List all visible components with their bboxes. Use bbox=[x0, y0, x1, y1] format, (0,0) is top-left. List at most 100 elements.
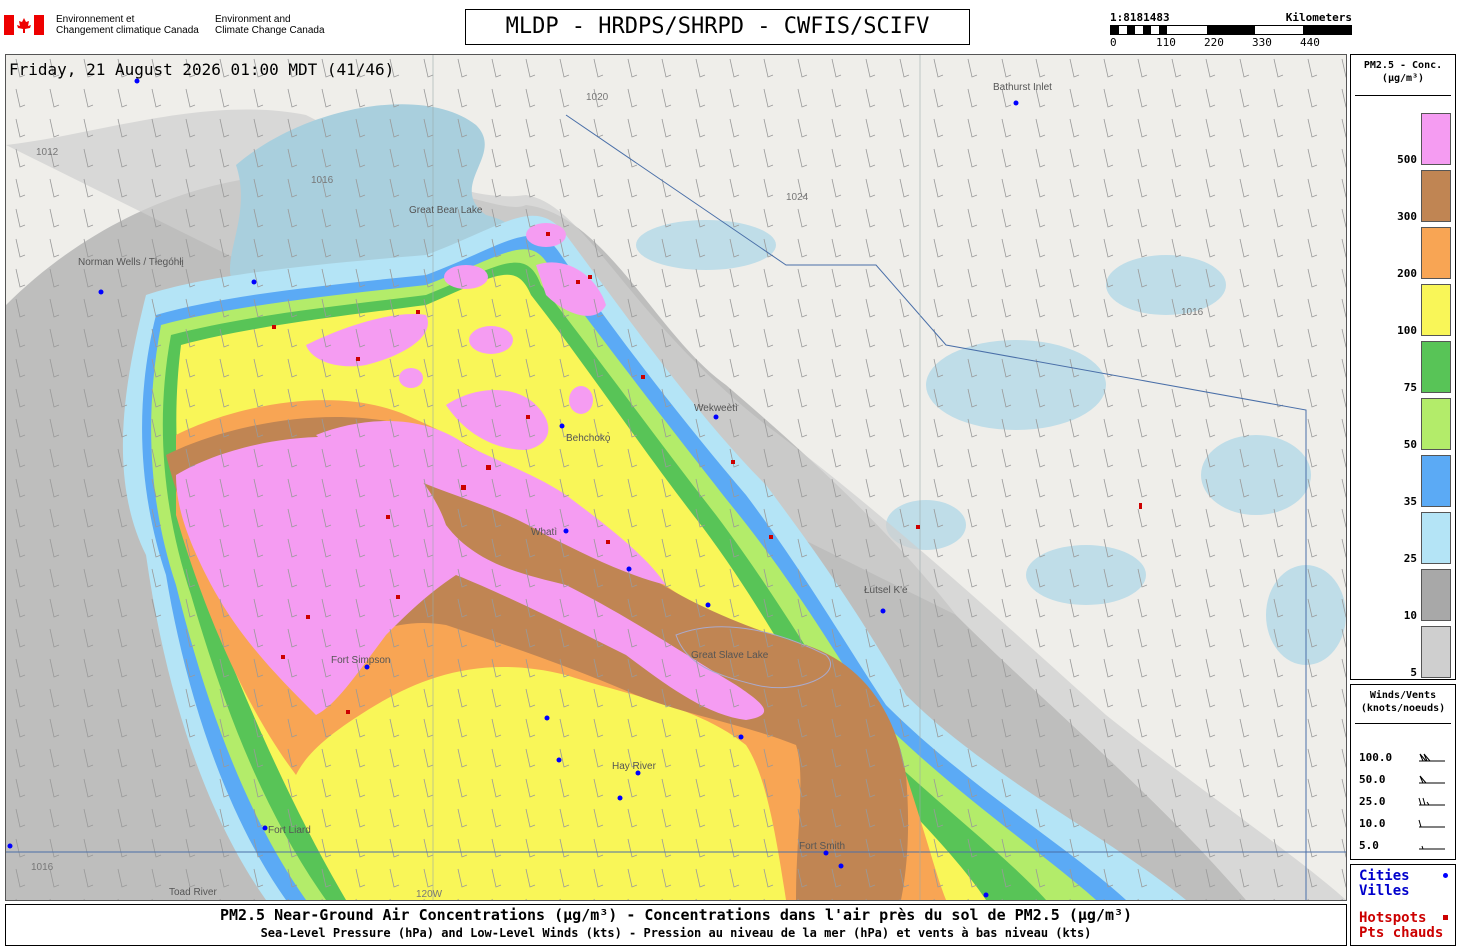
city-marker bbox=[134, 78, 140, 84]
legend-swatch-label: 300 bbox=[1397, 210, 1417, 223]
city-marker bbox=[705, 602, 711, 608]
city-marker bbox=[626, 566, 632, 572]
city-marker bbox=[738, 734, 744, 740]
city-label: Fort Liard bbox=[268, 825, 311, 836]
city-label: Whatì bbox=[531, 527, 557, 538]
city-label: Fort Smith bbox=[799, 841, 845, 852]
canada-flag-icon bbox=[4, 15, 44, 35]
scale-ticks: 0 110 220 330 440 bbox=[1110, 36, 1350, 49]
hotspot-marker bbox=[346, 710, 350, 714]
marker-legend: Cities Villes Hotspots Pts chauds bbox=[1350, 864, 1456, 946]
city-marker bbox=[563, 528, 569, 534]
map-caption: PM2.5 Near-Ground Air Concentrations (µg… bbox=[5, 904, 1347, 946]
hotspot-marker bbox=[588, 275, 592, 279]
wind-barb-icon bbox=[1419, 753, 1445, 762]
city-label: Bathurst Inlet bbox=[993, 82, 1052, 93]
legend-swatch-label: 50 bbox=[1403, 438, 1417, 451]
city-marker bbox=[880, 608, 886, 614]
city-dot-icon bbox=[1443, 873, 1448, 878]
city-marker bbox=[838, 863, 844, 869]
hotspot-marker bbox=[272, 325, 276, 329]
caption-line-2: Sea-Level Pressure (hPa) and Low-Level W… bbox=[260, 926, 1092, 940]
agency-name-fr: Environnement et Changement climatique C… bbox=[56, 14, 199, 36]
city-marker bbox=[251, 279, 257, 285]
agency-name-en: Environment and Climate Change Canada bbox=[215, 14, 325, 36]
isobar-label: 1024 bbox=[786, 192, 809, 203]
scale-tick: 220 bbox=[1204, 36, 1224, 49]
isobar-label: 1016 bbox=[1181, 307, 1204, 318]
legend-divider bbox=[1355, 95, 1451, 96]
hotspot-marker bbox=[916, 525, 920, 529]
legend-swatch-label: 200 bbox=[1397, 267, 1417, 280]
isobar-label: 1020 bbox=[586, 92, 609, 103]
eccc-logo: Environnement et Changement climatique C… bbox=[4, 12, 334, 42]
hotspot-marker bbox=[576, 280, 580, 284]
city-label: Hay River bbox=[612, 761, 657, 772]
scale-tick: 330 bbox=[1252, 36, 1272, 49]
city-label: Great Bear Lake bbox=[409, 205, 483, 216]
wind-barb-samples bbox=[1418, 753, 1445, 850]
legend-swatch-label: 25 bbox=[1403, 552, 1417, 565]
hotspot-marker bbox=[416, 310, 420, 314]
city-marker bbox=[559, 423, 565, 429]
hotspot-marker bbox=[606, 540, 610, 544]
wind-barb-icon bbox=[1418, 819, 1445, 828]
hotspot-marker bbox=[769, 535, 773, 539]
wind-barb-icon bbox=[1419, 775, 1445, 784]
scale-unit: Kilometers bbox=[1285, 11, 1352, 24]
scale-tick: 0 bbox=[1110, 36, 1117, 49]
legend-swatch bbox=[1421, 341, 1451, 393]
legend-swatch bbox=[1421, 512, 1451, 564]
city-label: Wekweètì bbox=[694, 403, 738, 414]
isobar-label: 1016 bbox=[31, 862, 54, 873]
legend-swatch bbox=[1421, 170, 1451, 222]
legend-swatch bbox=[1421, 569, 1451, 621]
cities-text: Cities bbox=[1359, 868, 1410, 884]
hotspot-marker bbox=[281, 655, 285, 659]
hotspot-marker bbox=[356, 357, 360, 361]
scale-bar bbox=[1110, 25, 1352, 35]
city-marker bbox=[262, 825, 268, 831]
villes-text: Villes bbox=[1359, 883, 1410, 899]
city-label: Łutsel K'e bbox=[864, 585, 908, 596]
city-label: Toad River bbox=[169, 887, 217, 898]
scale-bar-block: 1:8181483 Kilometers 0 110 220 330 440 bbox=[1108, 10, 1352, 50]
isobar-label: 1016 bbox=[311, 175, 334, 186]
legend-swatch-label: 100 bbox=[1397, 324, 1417, 337]
legend-swatch-label: 10 bbox=[1403, 609, 1417, 622]
wind-speed-label: 50.0 bbox=[1359, 773, 1386, 786]
wind-barb-icon bbox=[1419, 845, 1445, 850]
wind-legend-title: Winds/Vents (knots/noeuds) bbox=[1360, 690, 1446, 714]
legend-swatch bbox=[1421, 113, 1451, 165]
legend-swatch bbox=[1421, 284, 1451, 336]
hotspot-square-icon bbox=[1443, 915, 1448, 920]
hotspot-marker bbox=[641, 375, 645, 379]
cities-label: Cities Villes bbox=[1359, 869, 1410, 899]
city-marker bbox=[556, 757, 562, 763]
legend-swatch bbox=[1421, 626, 1451, 678]
city-marker bbox=[617, 795, 623, 801]
wind-speed-label: 100.0 bbox=[1359, 751, 1393, 764]
hotspot-marker bbox=[461, 485, 466, 490]
city-label: Fort Simpson bbox=[331, 655, 390, 666]
hotspot-marker bbox=[526, 415, 530, 419]
scale-tick: 110 bbox=[1156, 36, 1176, 49]
wind-speed-label: 25.0 bbox=[1359, 795, 1386, 808]
legend-swatch-label: 35 bbox=[1403, 495, 1417, 508]
map-panel[interactable]: 1012 1016 1020 1024 1016 1016 120W Bathu… bbox=[5, 54, 1347, 901]
meridian-label: 120W bbox=[416, 889, 443, 900]
hotspot-marker bbox=[486, 465, 491, 470]
city-label: Great Slave Lake bbox=[691, 650, 769, 661]
city-marker bbox=[98, 289, 104, 295]
legend-divider bbox=[1355, 723, 1451, 724]
city-label: Norman Wells / Tłegóhłį bbox=[78, 257, 184, 268]
legend-swatch bbox=[1421, 455, 1451, 507]
scale-ratio: 1:8181483 bbox=[1110, 11, 1170, 24]
smoke-concentration-map[interactable]: 1012 1016 1020 1024 1016 1016 120W Bathu… bbox=[6, 55, 1346, 900]
legend-swatch-label: 500 bbox=[1397, 153, 1417, 166]
legend-swatch bbox=[1421, 398, 1451, 450]
wind-barb-field bbox=[6, 55, 1346, 900]
hotspot-marker bbox=[386, 515, 390, 519]
hotspot-marker bbox=[546, 232, 550, 236]
legend-swatch-label: 5 bbox=[1410, 666, 1417, 679]
